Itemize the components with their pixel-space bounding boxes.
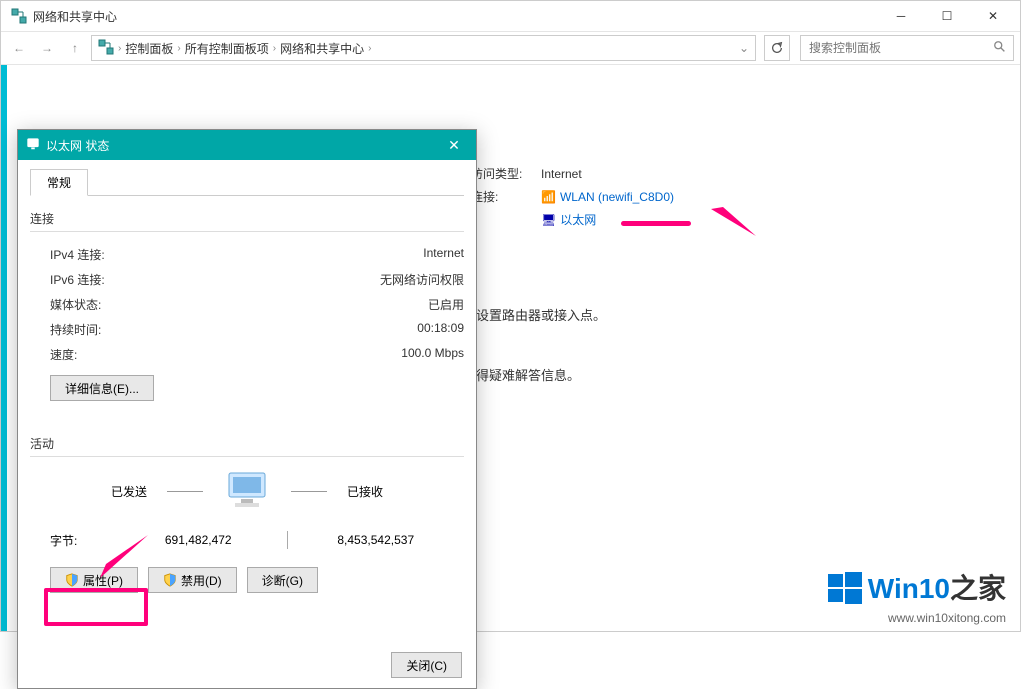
main-titlebar: 网络和共享中心 ─ ☐ ✕ bbox=[1, 1, 1020, 31]
wifi-icon: 📶 bbox=[541, 190, 556, 204]
chevron-right-icon: › bbox=[118, 43, 121, 54]
breadcrumb-item[interactable]: 所有控制面板项 bbox=[185, 40, 269, 57]
watermark-url: www.win10xitong.com bbox=[828, 611, 1006, 625]
duration-label: 持续时间: bbox=[50, 321, 101, 338]
ipv4-value: Internet bbox=[423, 246, 464, 263]
window-controls: ─ ☐ ✕ bbox=[878, 1, 1016, 31]
left-accent-stripe bbox=[1, 65, 7, 631]
close-button[interactable]: ✕ bbox=[970, 1, 1016, 31]
shield-icon bbox=[163, 573, 177, 587]
media-state-label: 媒体状态: bbox=[50, 296, 101, 313]
group-connection: 连接 bbox=[30, 210, 464, 227]
search-icon bbox=[993, 40, 1007, 57]
ipv6-label: IPv6 连接: bbox=[50, 271, 105, 288]
nav-row: ← → ↑ › 控制面板 › 所有控制面板项 › 网络和共享中心 › ⌄ bbox=[1, 31, 1020, 65]
network-icon bbox=[98, 39, 114, 58]
dialog-close-button[interactable]: ✕ bbox=[440, 137, 468, 154]
ethernet-status-dialog: 以太网 状态 ✕ 常规 连接 IPv4 连接: Internet IPv6 连接:… bbox=[17, 129, 477, 689]
forward-button[interactable]: → bbox=[35, 36, 59, 60]
activity-diagram: 已发送 已接收 bbox=[30, 471, 464, 511]
access-type-value: Internet bbox=[541, 167, 582, 181]
network-icon bbox=[11, 8, 27, 24]
dialog-titlebar[interactable]: 以太网 状态 ✕ bbox=[18, 130, 476, 160]
shield-icon bbox=[65, 573, 79, 587]
bytes-received-value: 8,453,542,537 bbox=[288, 533, 465, 547]
media-state-value: 已启用 bbox=[428, 296, 464, 313]
disable-button[interactable]: 禁用(D) bbox=[148, 567, 237, 593]
chevron-right-icon: › bbox=[177, 43, 180, 54]
ethernet-icon: 🖥 bbox=[541, 213, 556, 227]
received-label: 已接收 bbox=[347, 483, 383, 500]
search-input[interactable] bbox=[807, 40, 993, 56]
ethernet-link[interactable]: 以太网 bbox=[560, 211, 596, 228]
ipv4-label: IPv4 连接: bbox=[50, 246, 105, 263]
search-box[interactable] bbox=[800, 35, 1014, 61]
dialog-title: 以太网 状态 bbox=[46, 137, 109, 154]
speed-label: 速度: bbox=[50, 346, 77, 363]
annotation-arrow bbox=[88, 530, 158, 595]
connections-label: 连接: bbox=[471, 188, 541, 205]
chevron-right-icon: › bbox=[368, 43, 371, 54]
back-button[interactable]: ← bbox=[7, 36, 31, 60]
tab-general[interactable]: 常规 bbox=[30, 169, 88, 196]
sent-label: 已发送 bbox=[111, 483, 147, 500]
watermark-suffix: 之家 bbox=[950, 573, 1006, 604]
network-info-panel: 访问类型: Internet 连接: 📶 WLAN (newifi_C8D0) … bbox=[471, 165, 1000, 234]
up-button[interactable]: ↑ bbox=[63, 36, 87, 60]
speed-value: 100.0 Mbps bbox=[401, 346, 464, 363]
ipv6-value: 无网络访问权限 bbox=[380, 271, 464, 288]
ethernet-icon bbox=[26, 137, 40, 154]
breadcrumb[interactable]: › 控制面板 › 所有控制面板项 › 网络和共享中心 › ⌄ bbox=[91, 35, 756, 61]
body-text: 获得疑难解答信息。 bbox=[463, 365, 580, 384]
annotation-underline bbox=[621, 221, 691, 226]
refresh-button[interactable] bbox=[764, 35, 790, 61]
access-type-label: 访问类型: bbox=[471, 165, 541, 182]
watermark: Win10之家 www.win10xitong.com bbox=[828, 567, 1006, 625]
computer-icon bbox=[223, 471, 271, 511]
breadcrumb-item[interactable]: 控制面板 bbox=[125, 40, 173, 57]
group-activity: 活动 bbox=[30, 435, 464, 452]
window-title: 网络和共享中心 bbox=[33, 8, 117, 25]
dialog-tabs: 常规 bbox=[30, 168, 464, 196]
body-text: 或设置路由器或接入点。 bbox=[463, 305, 606, 324]
windows-logo-icon bbox=[828, 570, 862, 611]
breadcrumb-item[interactable]: 网络和共享中心 bbox=[280, 40, 364, 57]
annotation-arrow bbox=[701, 201, 761, 244]
wlan-link[interactable]: WLAN (newifi_C8D0) bbox=[560, 190, 674, 204]
disable-label: 禁用(D) bbox=[181, 572, 222, 589]
duration-value: 00:18:09 bbox=[417, 321, 464, 338]
dialog-close-button[interactable]: 关闭(C) bbox=[391, 652, 462, 678]
dropdown-icon[interactable]: ⌄ bbox=[739, 41, 749, 55]
details-button[interactable]: 详细信息(E)... bbox=[50, 375, 154, 401]
chevron-right-icon: › bbox=[273, 43, 276, 54]
minimize-button[interactable]: ─ bbox=[878, 1, 924, 31]
diagnose-button[interactable]: 诊断(G) bbox=[247, 567, 318, 593]
maximize-button[interactable]: ☐ bbox=[924, 1, 970, 31]
